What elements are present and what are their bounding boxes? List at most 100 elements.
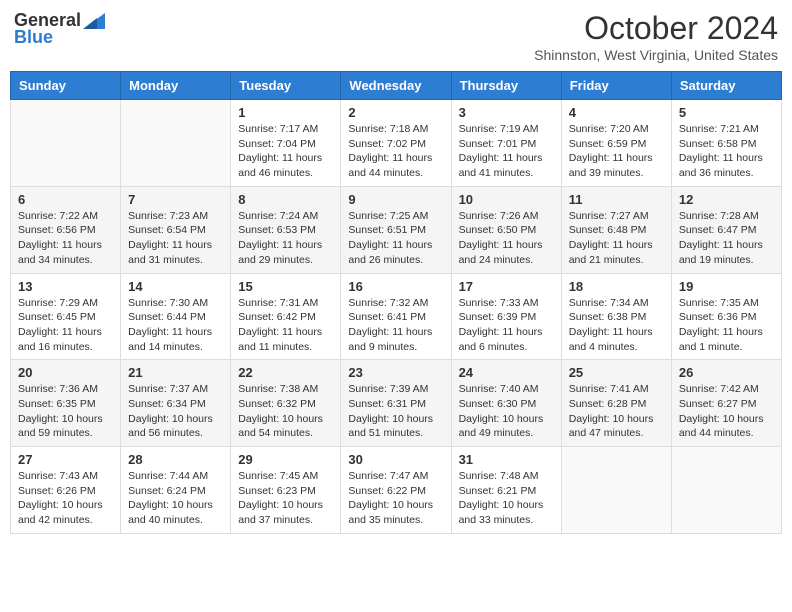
cell-content: Sunrise: 7:20 AM Sunset: 6:59 PM Dayligh…	[569, 122, 664, 181]
cell-content: Sunrise: 7:30 AM Sunset: 6:44 PM Dayligh…	[128, 296, 223, 355]
title-section: October 2024 Shinnston, West Virginia, U…	[534, 10, 778, 63]
calendar-cell: 3 Sunrise: 7:19 AM Sunset: 7:01 PM Daylig…	[451, 100, 561, 187]
calendar-cell	[121, 100, 231, 187]
day-number: 26	[679, 365, 774, 380]
calendar-cell: 16 Sunrise: 7:32 AM Sunset: 6:41 PM Dayli…	[341, 273, 451, 360]
cell-content: Sunrise: 7:48 AM Sunset: 6:21 PM Dayligh…	[459, 469, 554, 528]
day-number: 8	[238, 192, 333, 207]
day-number: 25	[569, 365, 664, 380]
cell-content: Sunrise: 7:32 AM Sunset: 6:41 PM Dayligh…	[348, 296, 443, 355]
day-number: 28	[128, 452, 223, 467]
calendar-cell: 31 Sunrise: 7:48 AM Sunset: 6:21 PM Dayli…	[451, 447, 561, 534]
calendar-cell: 26 Sunrise: 7:42 AM Sunset: 6:27 PM Dayli…	[671, 360, 781, 447]
day-number: 9	[348, 192, 443, 207]
calendar-cell: 4 Sunrise: 7:20 AM Sunset: 6:59 PM Daylig…	[561, 100, 671, 187]
day-number: 17	[459, 279, 554, 294]
day-number: 3	[459, 105, 554, 120]
cell-content: Sunrise: 7:23 AM Sunset: 6:54 PM Dayligh…	[128, 209, 223, 268]
calendar-week-row: 6Sunrise: 7:22 AM Sunset: 6:56 PM Daylig…	[11, 186, 782, 273]
calendar-header-tuesday: Tuesday	[231, 72, 341, 100]
cell-content: Sunrise: 7:26 AM Sunset: 6:50 PM Dayligh…	[459, 209, 554, 268]
cell-content: Sunrise: 7:40 AM Sunset: 6:30 PM Dayligh…	[459, 382, 554, 441]
logo-icon	[83, 13, 105, 29]
cell-content: Sunrise: 7:21 AM Sunset: 6:58 PM Dayligh…	[679, 122, 774, 181]
calendar-header-wednesday: Wednesday	[341, 72, 451, 100]
calendar-cell	[561, 447, 671, 534]
cell-content: Sunrise: 7:17 AM Sunset: 7:04 PM Dayligh…	[238, 122, 333, 181]
calendar-cell: 7 Sunrise: 7:23 AM Sunset: 6:54 PM Daylig…	[121, 186, 231, 273]
cell-content: Sunrise: 7:33 AM Sunset: 6:39 PM Dayligh…	[459, 296, 554, 355]
day-number: 4	[569, 105, 664, 120]
cell-content: Sunrise: 7:34 AM Sunset: 6:38 PM Dayligh…	[569, 296, 664, 355]
day-number: 1	[238, 105, 333, 120]
calendar-cell: 28 Sunrise: 7:44 AM Sunset: 6:24 PM Dayli…	[121, 447, 231, 534]
day-number: 5	[679, 105, 774, 120]
day-number: 21	[128, 365, 223, 380]
cell-content: Sunrise: 7:19 AM Sunset: 7:01 PM Dayligh…	[459, 122, 554, 181]
day-number: 27	[18, 452, 113, 467]
calendar-header-thursday: Thursday	[451, 72, 561, 100]
calendar-cell: 24 Sunrise: 7:40 AM Sunset: 6:30 PM Dayli…	[451, 360, 561, 447]
cell-content: Sunrise: 7:39 AM Sunset: 6:31 PM Dayligh…	[348, 382, 443, 441]
cell-content: Sunrise: 7:24 AM Sunset: 6:53 PM Dayligh…	[238, 209, 333, 268]
day-number: 22	[238, 365, 333, 380]
logo-blue-text: Blue	[14, 27, 53, 48]
day-number: 10	[459, 192, 554, 207]
cell-content: Sunrise: 7:36 AM Sunset: 6:35 PM Dayligh…	[18, 382, 113, 441]
calendar-cell: 20Sunrise: 7:36 AM Sunset: 6:35 PM Dayli…	[11, 360, 121, 447]
day-number: 11	[569, 192, 664, 207]
day-number: 31	[459, 452, 554, 467]
day-number: 19	[679, 279, 774, 294]
cell-content: Sunrise: 7:38 AM Sunset: 6:32 PM Dayligh…	[238, 382, 333, 441]
calendar-cell: 14 Sunrise: 7:30 AM Sunset: 6:44 PM Dayli…	[121, 273, 231, 360]
calendar-header-row: SundayMondayTuesdayWednesdayThursdayFrid…	[11, 72, 782, 100]
calendar-cell: 30Sunrise: 7:47 AM Sunset: 6:22 PM Dayli…	[341, 447, 451, 534]
day-number: 6	[18, 192, 113, 207]
day-number: 29	[238, 452, 333, 467]
calendar-header-saturday: Saturday	[671, 72, 781, 100]
cell-content: Sunrise: 7:31 AM Sunset: 6:42 PM Dayligh…	[238, 296, 333, 355]
day-number: 30	[348, 452, 443, 467]
cell-content: Sunrise: 7:37 AM Sunset: 6:34 PM Dayligh…	[128, 382, 223, 441]
calendar-cell: 27Sunrise: 7:43 AM Sunset: 6:26 PM Dayli…	[11, 447, 121, 534]
cell-content: Sunrise: 7:29 AM Sunset: 6:45 PM Dayligh…	[18, 296, 113, 355]
cell-content: Sunrise: 7:41 AM Sunset: 6:28 PM Dayligh…	[569, 382, 664, 441]
page-header: General Blue October 2024 Shinnston, Wes…	[10, 10, 782, 63]
location: Shinnston, West Virginia, United States	[534, 47, 778, 63]
calendar-cell: 11 Sunrise: 7:27 AM Sunset: 6:48 PM Dayli…	[561, 186, 671, 273]
cell-content: Sunrise: 7:35 AM Sunset: 6:36 PM Dayligh…	[679, 296, 774, 355]
day-number: 14	[128, 279, 223, 294]
day-number: 16	[348, 279, 443, 294]
month-title: October 2024	[534, 10, 778, 47]
calendar-cell: 19 Sunrise: 7:35 AM Sunset: 6:36 PM Dayli…	[671, 273, 781, 360]
calendar-week-row: 1 Sunrise: 7:17 AM Sunset: 7:04 PM Daylig…	[11, 100, 782, 187]
calendar-table: SundayMondayTuesdayWednesdayThursdayFrid…	[10, 71, 782, 534]
calendar-cell	[11, 100, 121, 187]
calendar-cell: 21 Sunrise: 7:37 AM Sunset: 6:34 PM Dayli…	[121, 360, 231, 447]
calendar-cell: 13 Sunrise: 7:29 AM Sunset: 6:45 PM Dayli…	[11, 273, 121, 360]
calendar-cell: 25 Sunrise: 7:41 AM Sunset: 6:28 PM Dayli…	[561, 360, 671, 447]
day-number: 18	[569, 279, 664, 294]
calendar-week-row: 27Sunrise: 7:43 AM Sunset: 6:26 PM Dayli…	[11, 447, 782, 534]
cell-content: Sunrise: 7:18 AM Sunset: 7:02 PM Dayligh…	[348, 122, 443, 181]
calendar-cell: 6Sunrise: 7:22 AM Sunset: 6:56 PM Daylig…	[11, 186, 121, 273]
cell-content: Sunrise: 7:25 AM Sunset: 6:51 PM Dayligh…	[348, 209, 443, 268]
day-number: 24	[459, 365, 554, 380]
cell-content: Sunrise: 7:27 AM Sunset: 6:48 PM Dayligh…	[569, 209, 664, 268]
calendar-week-row: 13 Sunrise: 7:29 AM Sunset: 6:45 PM Dayli…	[11, 273, 782, 360]
cell-content: Sunrise: 7:44 AM Sunset: 6:24 PM Dayligh…	[128, 469, 223, 528]
cell-content: Sunrise: 7:42 AM Sunset: 6:27 PM Dayligh…	[679, 382, 774, 441]
calendar-cell: 5 Sunrise: 7:21 AM Sunset: 6:58 PM Daylig…	[671, 100, 781, 187]
calendar-cell: 18 Sunrise: 7:34 AM Sunset: 6:38 PM Dayli…	[561, 273, 671, 360]
cell-content: Sunrise: 7:28 AM Sunset: 6:47 PM Dayligh…	[679, 209, 774, 268]
calendar-cell: 22 Sunrise: 7:38 AM Sunset: 6:32 PM Dayli…	[231, 360, 341, 447]
calendar-cell: 9 Sunrise: 7:25 AM Sunset: 6:51 PM Daylig…	[341, 186, 451, 273]
calendar-header-friday: Friday	[561, 72, 671, 100]
calendar-cell: 17 Sunrise: 7:33 AM Sunset: 6:39 PM Dayli…	[451, 273, 561, 360]
calendar-week-row: 20Sunrise: 7:36 AM Sunset: 6:35 PM Dayli…	[11, 360, 782, 447]
calendar-cell	[671, 447, 781, 534]
day-number: 13	[18, 279, 113, 294]
day-number: 7	[128, 192, 223, 207]
day-number: 23	[348, 365, 443, 380]
calendar-header-sunday: Sunday	[11, 72, 121, 100]
